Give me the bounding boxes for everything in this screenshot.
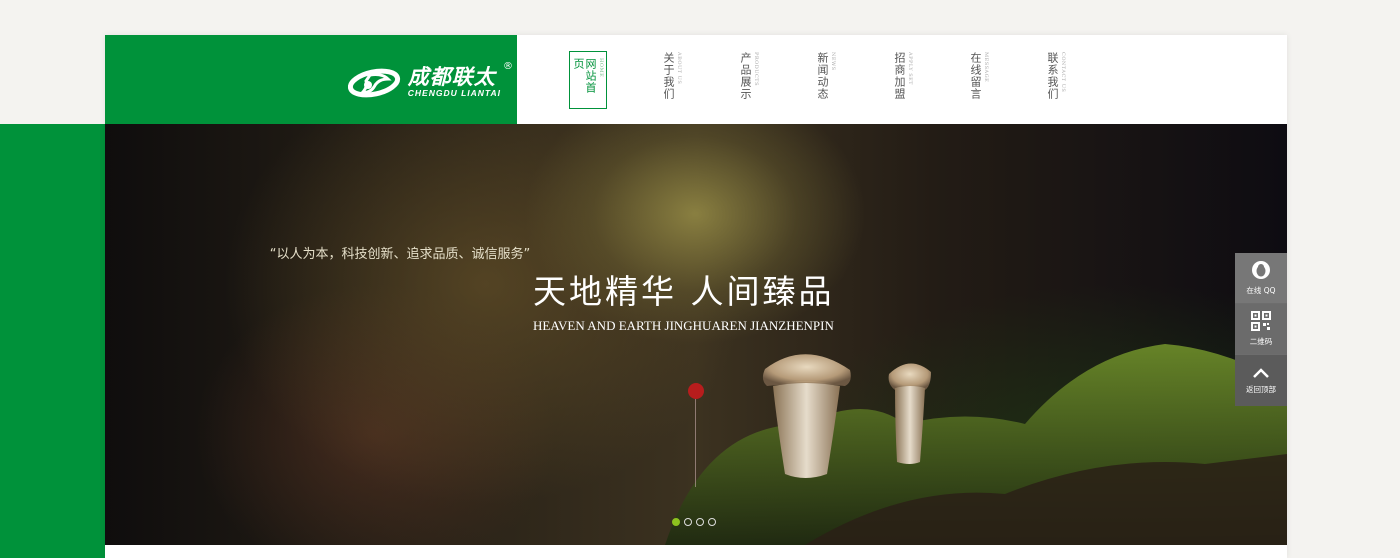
nav-item-news[interactable]: 新闻动态 NEWS xyxy=(816,52,836,108)
tool-label: 返回顶部 xyxy=(1246,384,1276,394)
slide-dot-4[interactable] xyxy=(708,518,716,526)
banner-headline: 天地精华 人间臻品 xyxy=(533,272,835,311)
nav-label-cn: 产品展示 xyxy=(739,52,752,100)
nav-label-cn: 招商加盟 xyxy=(893,52,906,100)
nav-label-cn: 网站首页 xyxy=(572,58,597,94)
logo-area: 成都联太 CHENGDU LIANTAI ® xyxy=(105,35,517,124)
qr-code-icon xyxy=(1251,311,1271,333)
banner-headline-en: HEAVEN AND EARTH JINGHUAREN JIANZHENPIN xyxy=(533,318,834,333)
nav-item-franchise[interactable]: 招商加盟 APPLY SET xyxy=(893,52,913,108)
nav-label-en: CONTACT US xyxy=(1060,52,1066,93)
qr-code-button[interactable]: 二维码 xyxy=(1235,304,1287,355)
nav-item-products[interactable]: 产品展示 PRODUCTS xyxy=(739,52,759,108)
nav-label-cn: 联系我们 xyxy=(1046,52,1059,100)
banner-photo xyxy=(665,344,1287,545)
left-green-band xyxy=(0,124,105,558)
hero-banner[interactable]: “以人为本，科技创新、追求品质、诚信服务” 天地精华 人间臻品 HEAVEN A… xyxy=(105,124,1287,545)
floating-toolbar: 在线 QQ 二维码 返回顶部 xyxy=(1235,253,1287,406)
online-qq-button[interactable]: 在线 QQ xyxy=(1235,253,1287,304)
nav-label-cn: 在线留言 xyxy=(969,52,982,100)
nav-label-en: MESSAGE xyxy=(983,52,989,83)
qq-penguin-icon xyxy=(1251,260,1271,282)
slide-indicators xyxy=(672,518,716,526)
pin-dot-icon xyxy=(688,383,704,399)
main-nav: 网站首页 HOME 关于我们 ABOUT US 产品展示 PRODUCTS 新闻… xyxy=(517,35,1287,124)
slide-dot-3[interactable] xyxy=(696,518,704,526)
nav-label-en: PRODUCTS xyxy=(753,52,759,87)
nav-label-en: NEWS xyxy=(830,52,836,71)
site-logo[interactable]: 成都联太 CHENGDU LIANTAI ® xyxy=(347,61,513,99)
company-logo-icon xyxy=(347,65,402,99)
banner-slogan: “以人为本，科技创新、追求品质、诚信服务” xyxy=(269,247,531,262)
registered-mark: ® xyxy=(503,61,513,72)
nav-label-en: APPLY SET xyxy=(907,52,913,86)
slide-dot-2[interactable] xyxy=(684,518,692,526)
nav-item-contact[interactable]: 联系我们 CONTACT US xyxy=(1046,52,1066,108)
tool-label: 在线 QQ xyxy=(1246,286,1276,295)
site-header: 成都联太 CHENGDU LIANTAI ® 网站首页 HOME 关于我们 AB… xyxy=(105,35,1287,124)
nav-item-message[interactable]: 在线留言 MESSAGE xyxy=(969,52,989,108)
tool-label: 二维码 xyxy=(1249,337,1273,346)
nav-label-cn: 关于我们 xyxy=(662,52,675,100)
logo-name-en: CHENGDU LIANTAI xyxy=(407,88,501,98)
logo-name-cn: 成都联太 xyxy=(407,65,496,89)
nav-label-en: HOME xyxy=(598,58,604,78)
logo-text: 成都联太 CHENGDU LIANTAI xyxy=(408,66,501,98)
nav-item-home[interactable]: 网站首页 HOME xyxy=(569,51,607,109)
nav-label-en: ABOUT US xyxy=(676,52,682,85)
nav-item-about[interactable]: 关于我们 ABOUT US xyxy=(662,52,682,108)
page-container: 成都联太 CHENGDU LIANTAI ® 网站首页 HOME 关于我们 AB… xyxy=(105,35,1287,558)
nav-label-cn: 新闻动态 xyxy=(816,52,829,100)
back-to-top-button[interactable]: 返回顶部 xyxy=(1235,355,1287,406)
chevron-up-icon xyxy=(1252,367,1270,381)
pin-line xyxy=(695,399,696,487)
slide-dot-1[interactable] xyxy=(672,518,680,526)
